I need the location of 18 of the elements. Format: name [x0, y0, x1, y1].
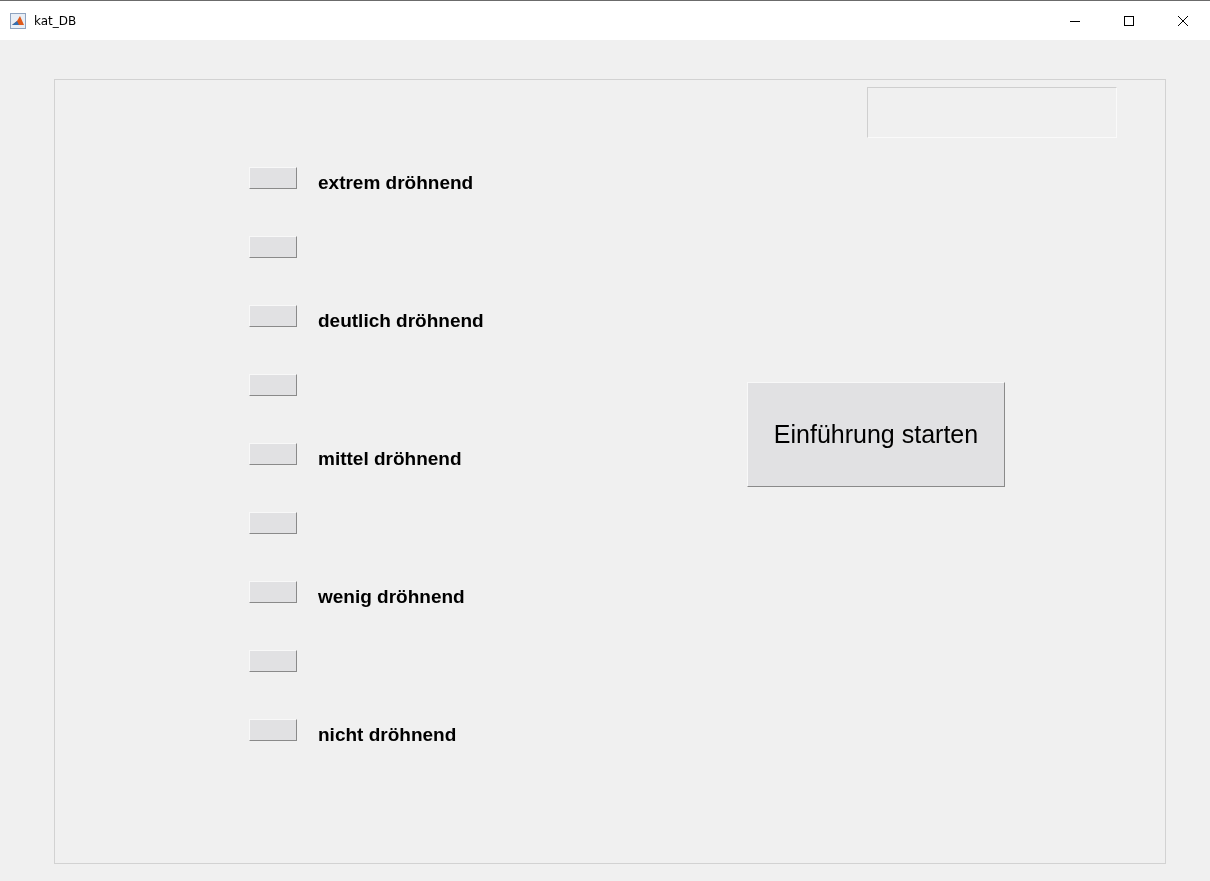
rating-button[interactable]	[249, 374, 297, 396]
rating-button[interactable]	[249, 443, 297, 465]
rating-label: extrem dröhnend	[318, 172, 474, 194]
rating-button[interactable]	[249, 650, 297, 672]
rating-button[interactable]	[249, 512, 297, 534]
window-title: kat_DB	[34, 13, 77, 28]
rating-button[interactable]	[249, 305, 297, 327]
rating-button[interactable]	[249, 581, 297, 603]
start-button[interactable]: Einführung starten	[747, 382, 1005, 487]
rating-button[interactable]	[249, 167, 297, 189]
rating-label: wenig dröhnend	[318, 586, 465, 608]
rating-button[interactable]	[249, 236, 297, 258]
app-icon	[10, 12, 26, 29]
answer-field[interactable]	[867, 87, 1117, 138]
rating-label: mittel dröhnend	[318, 448, 462, 470]
rating-label: deutlich dröhnend	[318, 310, 484, 332]
rating-button[interactable]	[249, 719, 297, 741]
rating-label: nicht dröhnend	[318, 724, 457, 746]
